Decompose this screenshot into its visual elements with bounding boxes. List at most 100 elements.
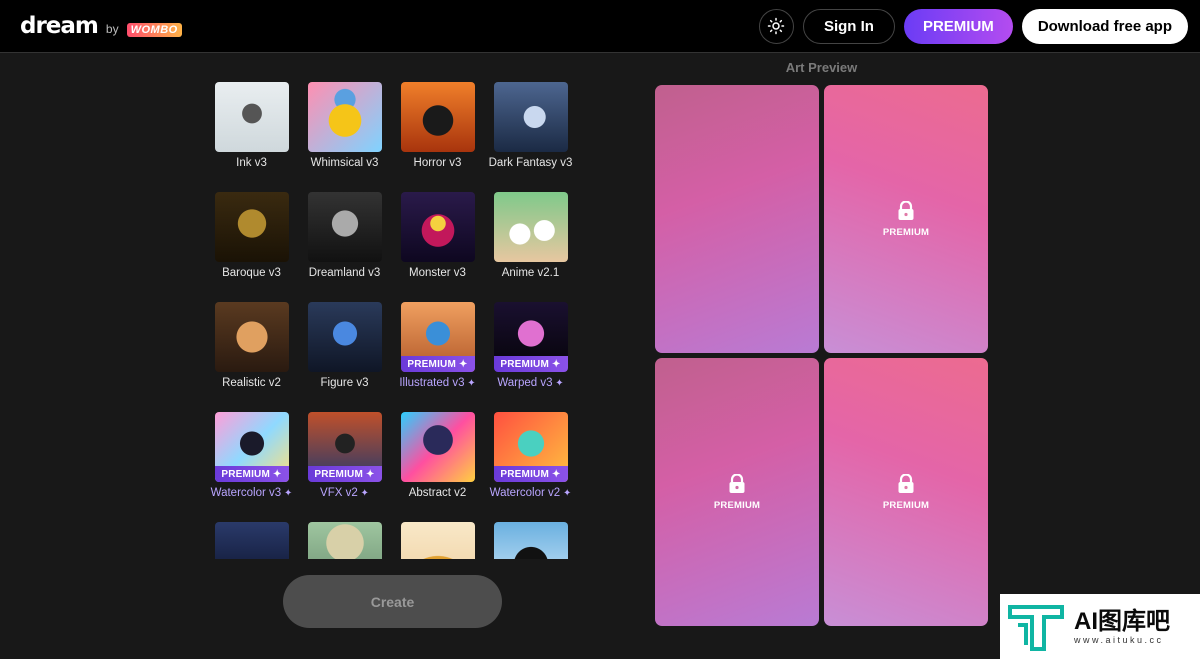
art-style-item[interactable]: Abstract v2 [391,412,484,512]
art-style-label: Monster v3 [409,267,466,279]
art-style-image [307,302,382,372]
sparkle-icon: ✦ [366,468,375,480]
premium-badge: PREMIUM ✦ [400,356,475,372]
art-style-label: VFX v2 ✦ [320,487,369,499]
art-style-thumbnail [400,412,475,482]
art-style-image [214,522,289,559]
art-style-item[interactable]: Horror v3 [391,82,484,182]
sparkle-icon: ✦ [552,378,564,389]
art-style-item[interactable]: Monster v3 [391,192,484,292]
art-preview-title: Art Preview [785,60,858,75]
art-style-item[interactable]: PREMIUM ✦ Illustrated v3 ✦ [391,302,484,402]
art-style-name: Watercolor v3 [210,487,282,499]
sign-in-button[interactable]: Sign In [802,8,895,44]
preview-card-locked-label: PREMIUM [713,499,761,511]
preview-card-locked-label: PREMIUM [882,226,930,238]
sun-icon [768,17,785,35]
art-style-image [214,82,289,152]
site-watermark: AI图库吧 www.aituku.cc [1000,594,1200,659]
art-style-thumbnail [307,522,382,559]
art-style-thumbnail: PREMIUM ✦ [214,412,289,482]
theme-toggle-button[interactable] [758,8,794,44]
preview-card-2[interactable]: PREMIUM [824,85,988,353]
art-style-item[interactable] [298,522,391,559]
art-style-item[interactable] [484,522,577,559]
logo[interactable]: dream by WOMBO [20,13,182,39]
premium-badge-label: PREMIUM [500,468,550,480]
art-style-label: Warped v3 ✦ [497,377,563,389]
art-style-item[interactable]: Baroque v3 [205,192,298,292]
preview-card-3[interactable]: PREMIUM [655,358,819,626]
art-style-list[interactable]: Ink v3 Whimsical v3 Horror v3 Dark Fantasy … [205,82,585,559]
watermark-logo-icon [1008,604,1064,651]
sparkle-icon: ✦ [464,378,476,389]
art-style-image [307,82,382,152]
art-style-thumbnail [400,192,475,262]
art-style-image [493,82,568,152]
art-style-item[interactable]: Dreamland v3 [298,192,391,292]
premium-button[interactable]: PREMIUM [903,8,1013,44]
art-style-name: VFX v2 [320,487,358,499]
art-style-name: Whimsical v3 [310,157,379,169]
premium-badge: PREMIUM ✦ [493,466,568,482]
art-style-label: Illustrated v3 ✦ [399,377,475,389]
art-style-label: Baroque v3 [222,267,281,279]
art-style-label: Whimsical v3 [311,157,379,169]
art-style-image [214,192,289,262]
sparkle-icon: ✦ [273,468,282,480]
art-style-item[interactable] [205,522,298,559]
art-style-image [493,522,568,559]
art-style-thumbnail [214,192,289,262]
art-style-name: Illustrated v3 [399,377,465,389]
art-style-item[interactable]: Ink v3 [205,82,298,182]
preview-card-1[interactable] [655,85,819,353]
sparkle-icon: ✦ [552,468,561,480]
art-style-item[interactable]: Figure v3 [298,302,391,402]
logo-wombo-text: WOMBO [126,23,182,37]
art-style-thumbnail: PREMIUM ✦ [400,302,475,372]
art-style-label: Horror v3 [414,157,462,169]
art-style-image [400,82,475,152]
watermark-text: AI图库吧 www.aituku.cc [1074,607,1170,645]
art-style-item[interactable] [391,522,484,559]
art-style-name: Dark Fantasy v3 [488,157,573,169]
premium-badge: PREMIUM ✦ [214,466,289,482]
watermark-main-text: AI图库吧 [1074,607,1170,635]
art-style-label: Anime v2.1 [502,267,560,279]
art-style-item[interactable]: Anime v2.1 [484,192,577,292]
art-style-thumbnail [214,82,289,152]
art-style-thumbnail [307,302,382,372]
art-style-label: Dark Fantasy v3 [489,157,573,169]
art-style-item[interactable]: Dark Fantasy v3 [484,82,577,182]
art-style-item[interactable]: PREMIUM ✦ Watercolor v3 ✦ [205,412,298,512]
art-style-thumbnail [307,82,382,152]
art-style-item[interactable]: Whimsical v3 [298,82,391,182]
art-style-image [400,192,475,262]
art-style-label: Dreamland v3 [309,267,381,279]
premium-badge-label: PREMIUM [314,468,364,480]
art-style-item[interactable]: PREMIUM ✦ Warped v3 ✦ [484,302,577,402]
art-style-thumbnail [400,82,475,152]
art-style-item[interactable]: PREMIUM ✦ Watercolor v2 ✦ [484,412,577,512]
art-style-name: Horror v3 [413,157,462,169]
preview-card-4[interactable]: PREMIUM [824,358,988,626]
preview-card-locked-label: PREMIUM [882,499,930,511]
art-style-thumbnail [400,522,475,559]
art-style-label: Abstract v2 [409,487,467,499]
download-app-button[interactable]: Download free app [1021,8,1188,44]
create-button[interactable]: Create [283,575,502,628]
art-style-item[interactable]: PREMIUM ✦ VFX v2 ✦ [298,412,391,512]
art-style-thumbnail: PREMIUM ✦ [493,412,568,482]
sparkle-icon: ✦ [560,488,572,499]
art-style-name: Watercolor v2 [489,487,561,499]
premium-badge: PREMIUM ✦ [307,466,382,482]
art-style-name: Abstract v2 [408,487,467,499]
art-style-name: Monster v3 [409,267,466,279]
art-style-thumbnail [493,192,568,262]
art-style-name: Anime v2.1 [501,267,560,279]
logo-dream-text: dream [20,13,99,39]
lock-icon [898,200,914,220]
art-style-thumbnail: PREMIUM ✦ [493,302,568,372]
art-style-item[interactable]: Realistic v2 [205,302,298,402]
art-style-thumbnail [214,522,289,559]
